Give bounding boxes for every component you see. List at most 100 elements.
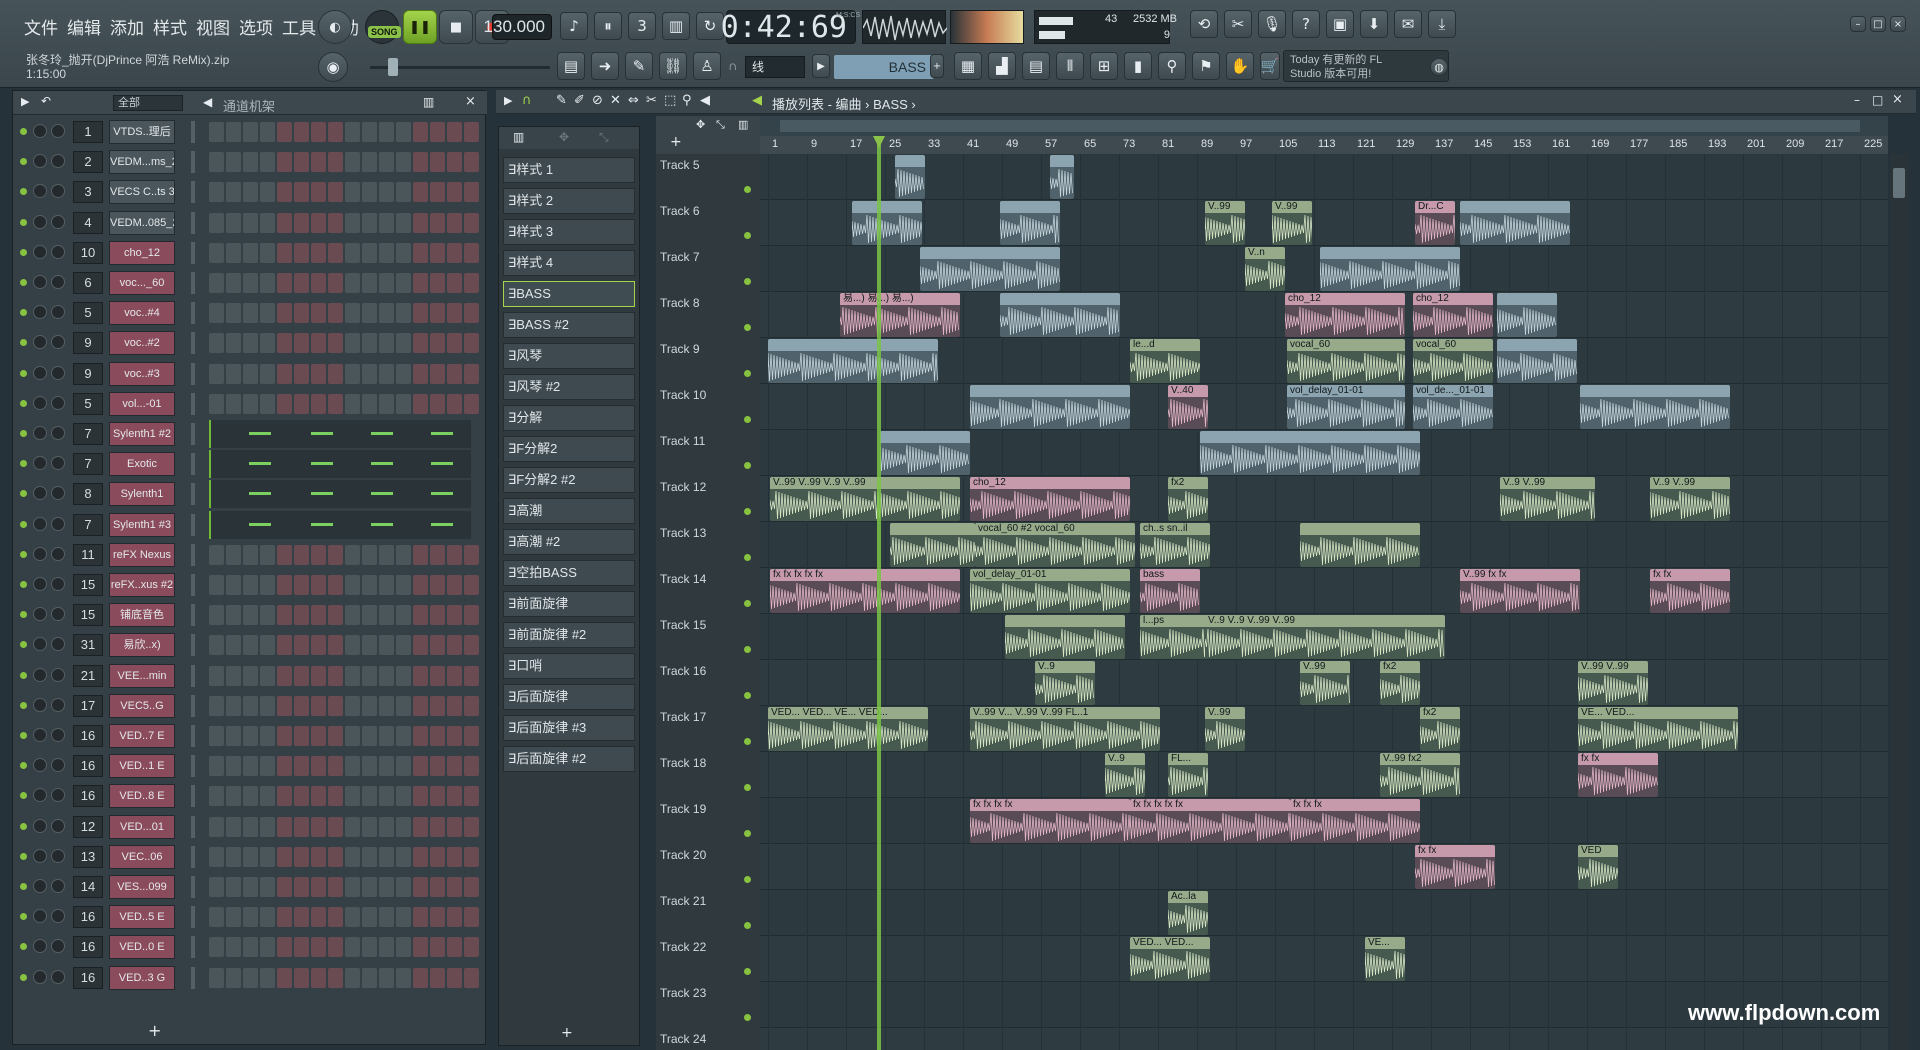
step[interactable] bbox=[430, 846, 445, 867]
step[interactable] bbox=[328, 695, 343, 716]
step[interactable] bbox=[260, 907, 275, 928]
prev-pattern-icon[interactable]: ▶ bbox=[812, 54, 830, 78]
step[interactable] bbox=[260, 333, 275, 354]
cut-icon[interactable]: ✂ bbox=[1224, 10, 1252, 38]
step[interactable] bbox=[345, 575, 360, 595]
channel-select[interactable] bbox=[191, 906, 195, 929]
step[interactable] bbox=[430, 544, 445, 565]
track-enable-led[interactable] bbox=[744, 922, 751, 929]
playlist-clip[interactable] bbox=[1497, 339, 1577, 383]
tempo-tapper-icon[interactable]: ⚑ bbox=[1192, 52, 1220, 80]
step[interactable] bbox=[430, 333, 445, 354]
track-enable-led[interactable] bbox=[744, 876, 751, 883]
channel-select[interactable] bbox=[191, 966, 195, 989]
step[interactable] bbox=[430, 303, 445, 324]
channel-mute-led[interactable] bbox=[20, 430, 27, 437]
channel-name-button[interactable]: Sylenth1 bbox=[109, 482, 175, 507]
step[interactable] bbox=[345, 303, 360, 324]
track-enable-led[interactable] bbox=[744, 370, 751, 377]
step[interactable] bbox=[260, 303, 275, 324]
pattern-item[interactable]: ∃口哨 bbox=[503, 653, 635, 679]
playlist-clip[interactable]: cho_12 bbox=[970, 477, 1130, 521]
playlist-clip[interactable]: vol_delay_01-01 bbox=[1287, 385, 1405, 429]
step[interactable] bbox=[447, 816, 462, 837]
channel-row[interactable]: 16 VED..0 E bbox=[13, 932, 483, 962]
step[interactable] bbox=[345, 273, 360, 293]
step[interactable] bbox=[362, 695, 377, 716]
pattern-item[interactable]: ∃前面旋律 #2 bbox=[503, 622, 635, 648]
track-tool2-icon[interactable]: ⤡ bbox=[716, 118, 725, 132]
step[interactable] bbox=[430, 816, 445, 837]
step[interactable] bbox=[277, 695, 292, 716]
track-name[interactable]: Track 12 bbox=[660, 480, 706, 494]
track-name[interactable]: Track 24 bbox=[660, 1032, 706, 1046]
step[interactable] bbox=[464, 635, 479, 656]
rack-undo-icon[interactable]: ↶ bbox=[41, 94, 51, 108]
step[interactable] bbox=[260, 575, 275, 595]
step-sequencer[interactable] bbox=[209, 273, 479, 293]
channel-pan-knob[interactable] bbox=[33, 426, 47, 440]
channel-row[interactable]: 5 vol...-01 bbox=[13, 389, 483, 419]
step[interactable] bbox=[396, 333, 411, 354]
channel-select[interactable] bbox=[191, 302, 195, 325]
channel-mute-led[interactable] bbox=[20, 852, 27, 860]
track-lane[interactable] bbox=[760, 200, 1888, 246]
channel-mixer-track[interactable]: 16 bbox=[73, 936, 103, 959]
step[interactable] bbox=[328, 967, 343, 988]
pattern-item[interactable]: ∃样式 3 bbox=[503, 219, 635, 245]
channel-volume-knob[interactable] bbox=[51, 335, 65, 350]
track-lane[interactable] bbox=[760, 844, 1888, 890]
mixer-icon[interactable]: ⫴ bbox=[1056, 52, 1084, 80]
rack-close-icon[interactable]: × bbox=[465, 94, 476, 109]
playlist-clip[interactable]: fx fx bbox=[1415, 845, 1495, 889]
channel-mixer-track[interactable]: 31 bbox=[73, 634, 103, 657]
step[interactable] bbox=[362, 605, 377, 626]
pattern-item[interactable]: ∃后面旋律 #3 bbox=[503, 715, 635, 741]
step[interactable] bbox=[277, 877, 292, 897]
step[interactable] bbox=[209, 695, 224, 716]
brush-tool-icon[interactable]: ✐ bbox=[574, 93, 585, 108]
channel-row[interactable]: 8 Sylenth1 bbox=[13, 479, 483, 509]
step[interactable] bbox=[345, 907, 360, 928]
playlist-clip[interactable]: V..40 bbox=[1168, 385, 1208, 429]
channel-select[interactable] bbox=[191, 332, 195, 355]
step[interactable] bbox=[464, 877, 479, 897]
step[interactable] bbox=[311, 393, 326, 414]
channel-name-button[interactable]: VED...01 bbox=[109, 814, 175, 839]
step[interactable] bbox=[345, 182, 360, 203]
step[interactable] bbox=[447, 635, 462, 656]
project-icon[interactable]: ▮ bbox=[1124, 52, 1152, 80]
track-name[interactable]: Track 11 bbox=[660, 434, 705, 448]
step[interactable] bbox=[447, 877, 462, 897]
step[interactable] bbox=[430, 152, 445, 173]
step[interactable] bbox=[379, 816, 394, 837]
step[interactable] bbox=[447, 665, 462, 686]
channel-name-button[interactable]: VED..0 E bbox=[109, 935, 175, 960]
channel-mute-led[interactable] bbox=[20, 490, 27, 498]
step[interactable] bbox=[277, 242, 292, 263]
playlist-clip[interactable]: fx fx fx fx fx bbox=[770, 569, 960, 613]
playlist-grid[interactable]: V..99 V..99 Dr...C V..n 易...) 易...) 易...) cho… bbox=[760, 154, 1888, 1050]
step[interactable] bbox=[413, 303, 428, 324]
step[interactable] bbox=[294, 242, 309, 263]
step[interactable] bbox=[464, 544, 479, 565]
channel-mixer-track[interactable]: 7 bbox=[73, 453, 103, 476]
step[interactable] bbox=[464, 152, 479, 173]
channel-mixer-track[interactable]: 10 bbox=[73, 241, 103, 264]
channel-mute-led[interactable] bbox=[20, 641, 27, 649]
track-name[interactable]: Track 7 bbox=[660, 250, 700, 264]
playlist-minimize-icon[interactable]: – bbox=[1854, 93, 1860, 107]
step[interactable] bbox=[413, 273, 428, 293]
step[interactable] bbox=[294, 816, 309, 837]
channel-pan-knob[interactable] bbox=[33, 879, 47, 893]
channel-mixer-track[interactable]: 9 bbox=[73, 362, 103, 385]
step[interactable] bbox=[413, 635, 428, 656]
channel-row[interactable]: 12 VED...01 bbox=[13, 812, 483, 842]
channel-pan-knob[interactable] bbox=[33, 184, 47, 199]
channel-name-button[interactable]: VEC5..G bbox=[109, 693, 175, 718]
step[interactable] bbox=[294, 937, 309, 958]
channel-select[interactable] bbox=[191, 453, 195, 476]
step[interactable] bbox=[379, 363, 394, 384]
step-sequencer[interactable] bbox=[209, 816, 479, 837]
step[interactable] bbox=[396, 635, 411, 656]
